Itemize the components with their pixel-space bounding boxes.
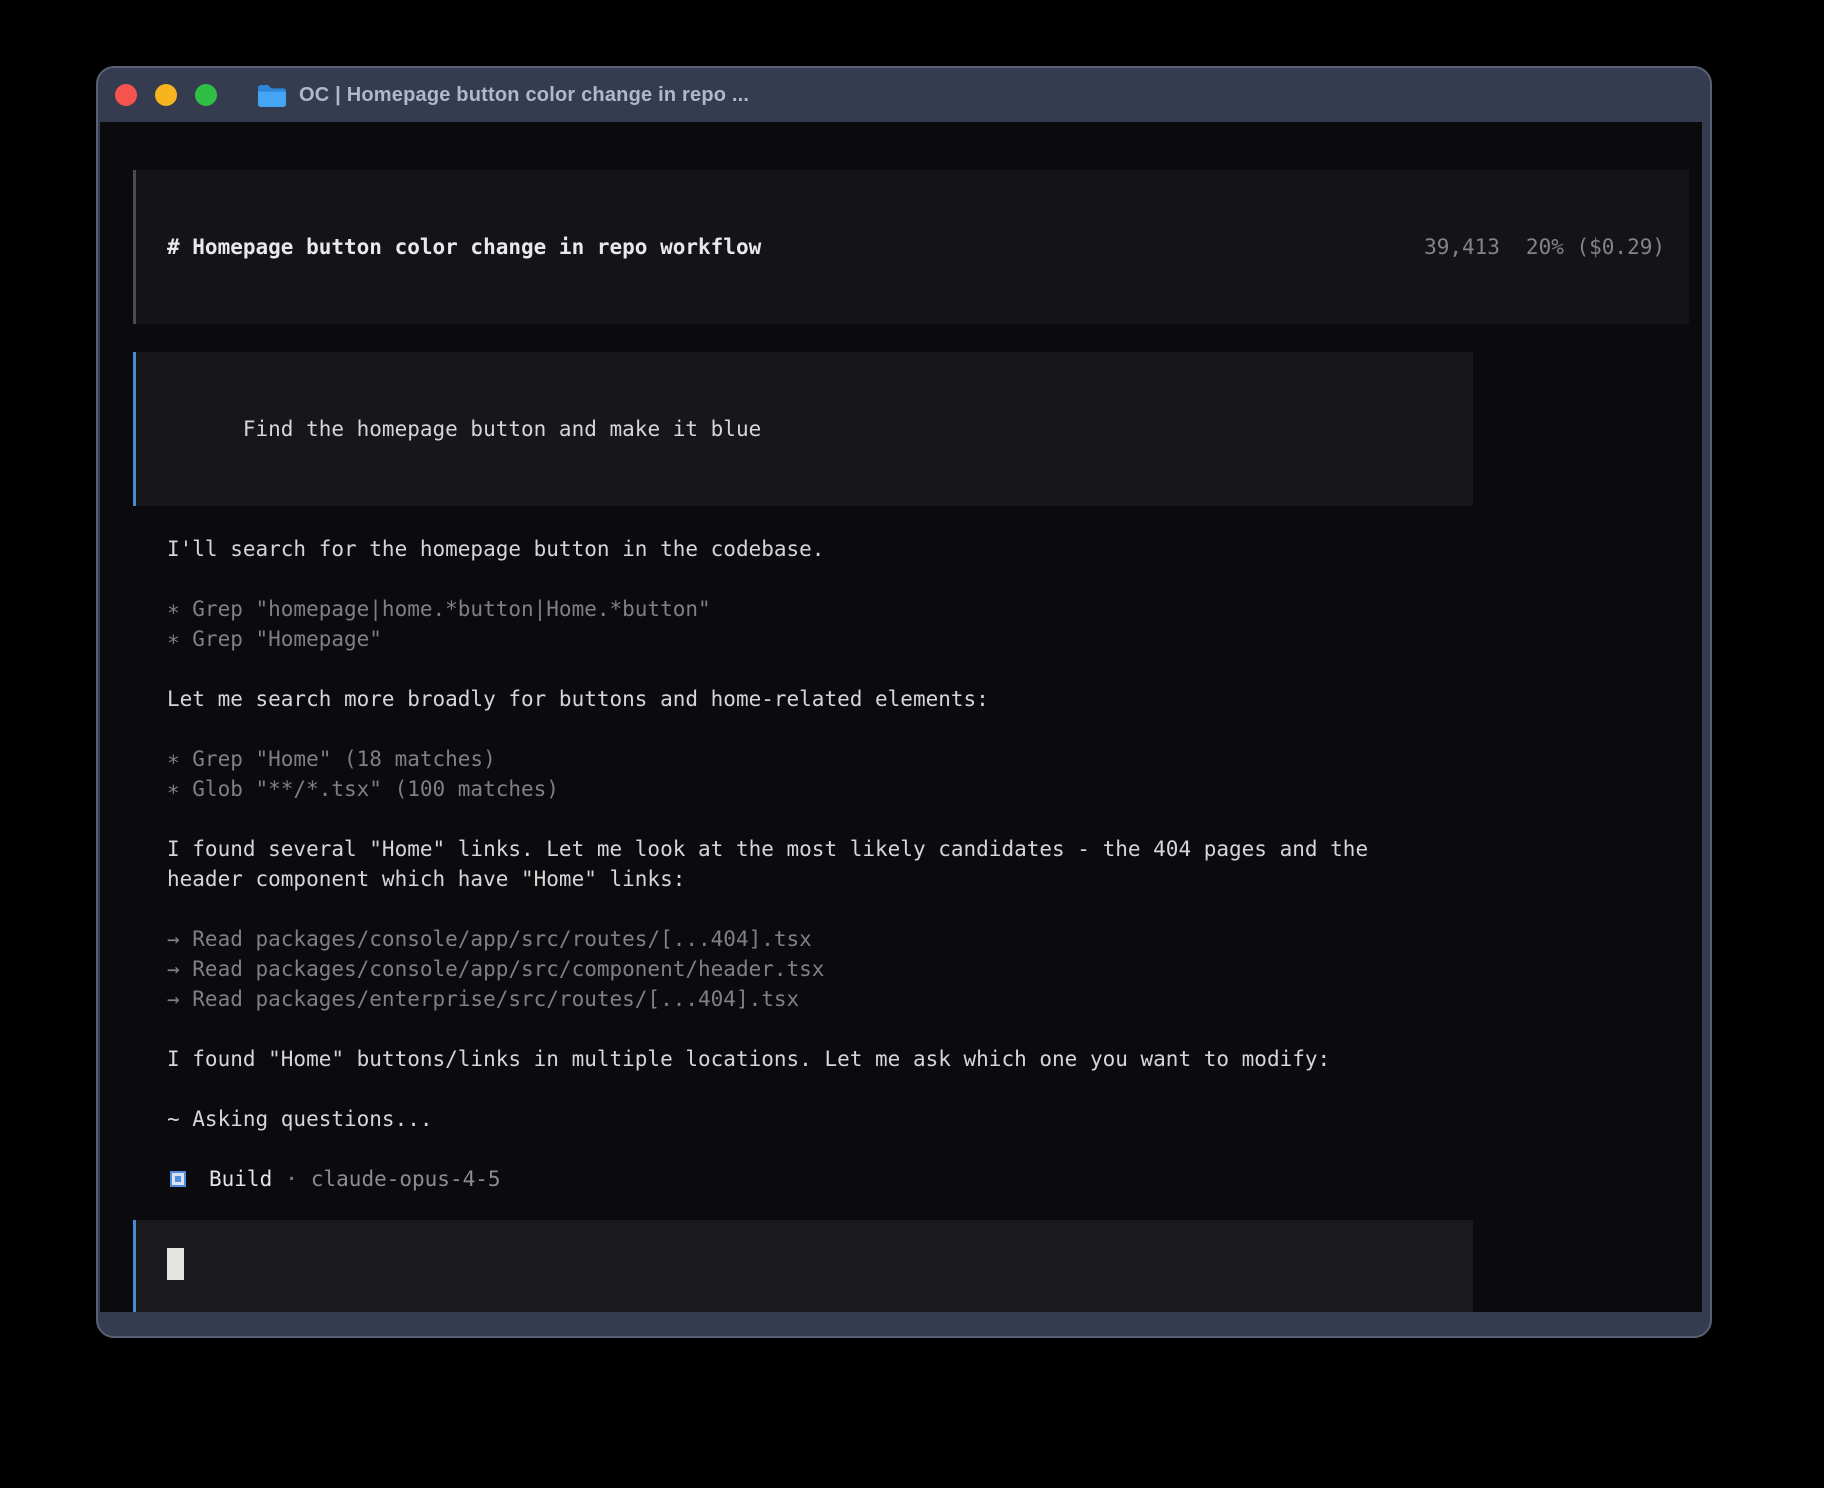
prompt-input[interactable]: Build Claude Opus 4.5 OpenCode Zen — [133, 1220, 1473, 1312]
terminal-window: OC | Homepage button color change in rep… — [96, 66, 1712, 1338]
transcript-line: Let me search more broadly for buttons a… — [167, 684, 1702, 714]
transcript-line: ∗ Grep "Home" (18 matches) — [167, 744, 1702, 774]
user-message-text: Find the homepage button and make it blu… — [243, 417, 761, 441]
token-count: 39,413 — [1424, 235, 1500, 259]
transcript-line: ~ Asking questions... — [167, 1104, 1702, 1134]
transcript-line: → Read packages/console/app/src/componen… — [167, 954, 1702, 984]
transcript-blank-line — [167, 1074, 1702, 1104]
session-stats: 39,413 20% ($0.29) — [1323, 202, 1665, 292]
close-button[interactable] — [115, 84, 137, 106]
transcript-line: ∗ Grep "Homepage" — [167, 624, 1702, 654]
session-header: # Homepage button color change in repo w… — [133, 170, 1689, 324]
transcript-line: I found several "Home" links. Let me loo… — [167, 834, 1702, 864]
text-cursor — [167, 1248, 184, 1280]
context-usage: 20% ($0.29) — [1526, 235, 1665, 259]
agent-status-row: Build · claude-opus-4-5 — [133, 1164, 1702, 1194]
zoom-button[interactable] — [195, 84, 217, 106]
folder-icon — [257, 83, 287, 108]
minimize-button[interactable] — [155, 84, 177, 106]
transcript-line: → Read packages/enterprise/src/routes/[.… — [167, 984, 1702, 1014]
agent-separator: · — [285, 1164, 298, 1194]
build-agent-badge-inner — [175, 1176, 181, 1182]
transcript-blank-line — [167, 894, 1702, 924]
build-agent-badge-icon — [170, 1171, 186, 1187]
transcript-line: I found "Home" buttons/links in multiple… — [167, 1044, 1702, 1074]
transcript-blank-line — [167, 654, 1702, 684]
transcript-line: header component which have "Home" links… — [167, 864, 1702, 894]
transcript-blank-line — [167, 1014, 1702, 1044]
transcript-blank-line — [167, 804, 1702, 834]
transcript-line: ∗ Grep "homepage|home.*button|Home.*butt… — [167, 594, 1702, 624]
window-title: OC | Homepage button color change in rep… — [299, 84, 749, 107]
agent-model: claude-opus-4-5 — [311, 1164, 501, 1194]
transcript-line: ∗ Glob "**/*.tsx" (100 matches) — [167, 774, 1702, 804]
user-message: Find the homepage button and make it blu… — [133, 352, 1473, 506]
session-title: # Homepage button color change in repo w… — [167, 232, 761, 262]
agent-name: Build — [209, 1164, 272, 1194]
assistant-transcript: I'll search for the homepage button in t… — [133, 534, 1702, 1134]
transcript-line: → Read packages/console/app/src/routes/[… — [167, 924, 1702, 954]
transcript-blank-line — [167, 564, 1702, 594]
titlebar[interactable]: OC | Homepage button color change in rep… — [98, 68, 1710, 122]
transcript-blank-line — [167, 714, 1702, 744]
terminal-content: # Homepage button color change in repo w… — [100, 122, 1702, 1312]
transcript-line: I'll search for the homepage button in t… — [167, 534, 1702, 564]
